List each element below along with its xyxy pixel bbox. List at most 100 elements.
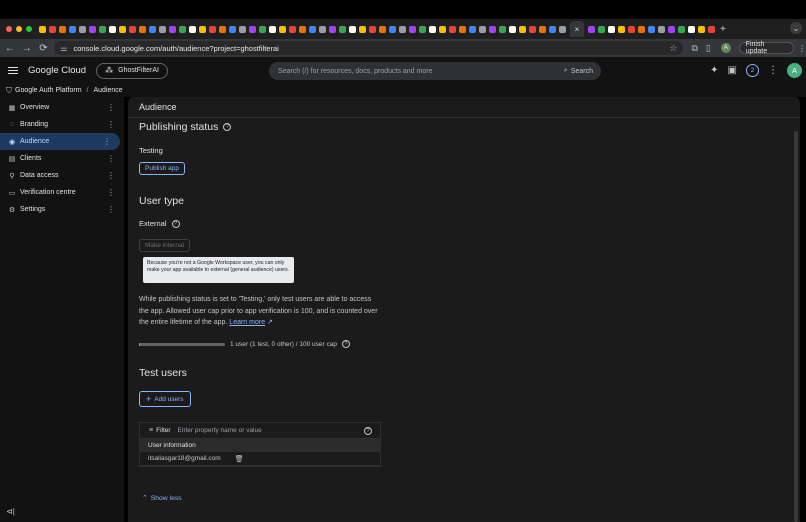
tab-favicon[interactable] xyxy=(179,25,186,33)
tab-search-button[interactable]: ⌄ xyxy=(790,22,802,34)
sidebar-item-audience[interactable]: ◉ Audience ⋮ xyxy=(0,133,120,150)
tab-favicon[interactable] xyxy=(289,25,296,33)
tab-favicon[interactable] xyxy=(419,25,426,33)
more-options-icon[interactable]: ⋮ xyxy=(107,188,115,197)
tab-favicon[interactable] xyxy=(109,25,116,33)
tab-favicon[interactable] xyxy=(678,25,685,33)
tab-favicon[interactable] xyxy=(618,25,625,33)
tab-favicon[interactable] xyxy=(339,25,346,33)
avatar[interactable]: A xyxy=(787,63,802,78)
tab-favicon[interactable] xyxy=(698,25,705,33)
sidebar-item-clients[interactable]: ▤ Clients ⋮ xyxy=(0,150,124,167)
tab-favicon[interactable] xyxy=(439,25,446,33)
tab-favicon[interactable] xyxy=(449,25,456,33)
tab-favicon[interactable] xyxy=(159,25,166,33)
tab-favicon[interactable] xyxy=(499,25,506,33)
column-user-information[interactable]: User information xyxy=(148,442,196,449)
sidebar-item-settings[interactable]: ⚙ Settings ⋮ xyxy=(0,201,124,218)
tab-favicon[interactable] xyxy=(219,25,226,33)
tab-favicon[interactable] xyxy=(299,25,306,33)
sidebar-item-data-access[interactable]: ⚲ Data access ⋮ xyxy=(0,167,124,184)
tab-favicon[interactable] xyxy=(319,25,326,33)
tab-favicon[interactable] xyxy=(459,25,466,33)
tab-favicon[interactable] xyxy=(519,25,526,33)
make-internal-button[interactable]: Make internal xyxy=(139,239,191,252)
tab-favicon[interactable] xyxy=(489,25,496,33)
more-options-icon[interactable]: ⋮ xyxy=(103,137,111,146)
extensions-icon[interactable]: ⧉ xyxy=(691,43,697,54)
tab-favicon[interactable] xyxy=(628,25,635,33)
tab-favicon[interactable] xyxy=(119,25,126,33)
tab-favicon[interactable] xyxy=(169,25,176,33)
more-options-icon[interactable]: ⋮ xyxy=(107,171,115,180)
tab-favicon[interactable] xyxy=(39,25,46,33)
tab-favicon[interactable] xyxy=(469,25,476,33)
tab-favicon[interactable] xyxy=(379,25,386,33)
finish-update-button[interactable]: Finish update xyxy=(738,41,795,55)
maximize-window-button[interactable] xyxy=(26,26,32,32)
notifications-badge[interactable]: 2 xyxy=(746,64,759,77)
tab-favicon[interactable] xyxy=(249,25,256,33)
browser-profile-avatar[interactable]: A xyxy=(720,43,731,53)
sidepanel-icon[interactable]: ▯ xyxy=(706,43,711,54)
tab-favicon[interactable] xyxy=(708,25,715,33)
tab-favicon[interactable] xyxy=(239,25,246,33)
tab-favicon[interactable] xyxy=(688,25,695,33)
tab-favicon[interactable] xyxy=(69,25,76,33)
tab-favicon[interactable] xyxy=(529,25,536,33)
tab-favicon[interactable] xyxy=(269,25,276,33)
more-options-icon[interactable]: ⋮ xyxy=(107,205,115,214)
site-info-icon[interactable]: ⚌ xyxy=(60,44,67,53)
tab-favicon[interactable] xyxy=(329,25,336,33)
tab-favicon[interactable] xyxy=(479,25,486,33)
more-options-icon[interactable]: ⋮ xyxy=(107,154,115,163)
tab-favicon[interactable] xyxy=(279,25,286,33)
tab-favicon[interactable] xyxy=(309,25,316,33)
filter-bar[interactable]: ≡ Filter Enter property name or value ? xyxy=(140,423,380,439)
tab-favicon[interactable] xyxy=(668,25,675,33)
search-input[interactable]: Search (/) for resources, docs, products… xyxy=(269,62,601,80)
tab-favicon[interactable] xyxy=(99,25,106,33)
project-picker[interactable]: ⁂ GhostFilterAI xyxy=(96,62,168,79)
tab-favicon[interactable] xyxy=(369,25,376,33)
tab-favicon[interactable] xyxy=(79,25,86,33)
close-window-button[interactable] xyxy=(6,26,12,32)
tab-favicon[interactable] xyxy=(59,25,66,33)
help-icon[interactable]: ? xyxy=(364,426,372,435)
tab-favicon[interactable] xyxy=(559,25,566,33)
tab-favicon[interactable] xyxy=(229,25,236,33)
help-icon[interactable]: ? xyxy=(223,123,232,131)
tab-favicon[interactable] xyxy=(209,25,216,33)
breadcrumb-root[interactable]: Google Auth Platform xyxy=(15,87,82,94)
sidebar-item-branding[interactable]: ◌ Branding ⋮ xyxy=(0,116,124,133)
tab-favicon[interactable] xyxy=(389,25,396,33)
learn-more-link[interactable]: Learn more xyxy=(229,319,265,326)
back-icon[interactable]: ← xyxy=(3,41,17,55)
collapse-sidebar-icon[interactable]: ⊲| xyxy=(6,507,15,516)
sidebar-item-verification-centre[interactable]: ▭ Verification centre ⋮ xyxy=(0,184,124,201)
tab-favicon[interactable] xyxy=(409,25,416,33)
tab-favicon[interactable] xyxy=(349,25,356,33)
scrollbar[interactable] xyxy=(794,131,798,522)
google-cloud-logo[interactable]: Google Cloud xyxy=(28,65,86,76)
active-tab-close-icon[interactable]: × xyxy=(570,21,584,37)
tab-favicon[interactable] xyxy=(429,25,436,33)
gemini-sparkle-icon[interactable]: ✦ xyxy=(710,65,718,76)
tab-favicon[interactable] xyxy=(509,25,516,33)
publish-app-button[interactable]: Publish app xyxy=(139,162,185,175)
minimize-window-button[interactable] xyxy=(16,26,22,32)
tab-favicon[interactable] xyxy=(149,25,156,33)
browser-menu-icon[interactable]: ⋮ xyxy=(798,44,806,53)
more-options-icon[interactable]: ⋮ xyxy=(768,65,778,76)
tab-favicon[interactable] xyxy=(588,25,595,33)
more-options-icon[interactable]: ⋮ xyxy=(107,120,115,129)
tab-favicon[interactable] xyxy=(259,25,266,33)
delete-icon[interactable]: 🗑 xyxy=(235,455,244,463)
tab-favicon[interactable] xyxy=(359,25,366,33)
tab-favicon[interactable] xyxy=(399,25,406,33)
tab-favicon[interactable] xyxy=(199,25,206,33)
forward-icon[interactable]: → xyxy=(20,41,34,55)
sidebar-item-overview[interactable]: ▦ Overview ⋮ xyxy=(0,99,124,116)
cloud-shell-icon[interactable]: ▣ xyxy=(728,65,737,76)
hamburger-menu-icon[interactable] xyxy=(8,64,22,78)
